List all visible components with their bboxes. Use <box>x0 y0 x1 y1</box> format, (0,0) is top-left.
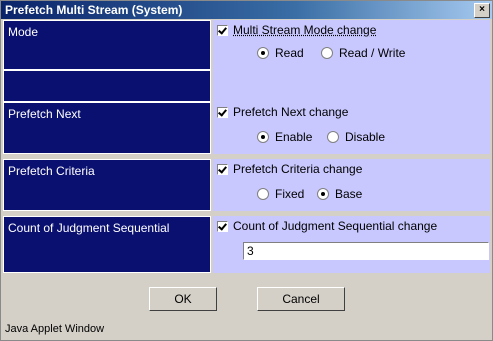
prefetch-next-row: Prefetch Next Prefetch Next change Enabl… <box>3 102 490 154</box>
prefetch-criteria-checkbox[interactable] <box>217 164 228 175</box>
base-radio-label[interactable]: Base <box>335 187 362 201</box>
read-radio[interactable] <box>257 47 269 59</box>
window-title: Prefetch Multi Stream (System) <box>5 3 183 17</box>
enable-radio-label[interactable]: Enable <box>275 130 312 144</box>
count-judgment-label: Count of Judgment Sequential <box>8 221 170 235</box>
prefetch-criteria-label-cell: Prefetch Criteria <box>3 159 211 211</box>
row-spacer <box>3 70 490 102</box>
disable-radio[interactable] <box>327 131 339 143</box>
base-radio[interactable] <box>317 188 329 200</box>
fixed-radio[interactable] <box>257 188 269 200</box>
mode-control-cell-extension <box>213 70 490 102</box>
prefetch-next-control-cell: Prefetch Next change Enable Disable <box>213 102 490 154</box>
title-bar[interactable]: Prefetch Multi Stream (System) × <box>1 1 492 19</box>
enable-radio[interactable] <box>257 131 269 143</box>
prefetch-criteria-control-cell: Prefetch Criteria change Fixed Base <box>213 159 490 211</box>
read-radio-label[interactable]: Read <box>275 46 304 60</box>
count-judgment-label-cell: Count of Judgment Sequential <box>3 216 211 273</box>
mode-label-cell-extension <box>3 70 211 102</box>
ok-button[interactable]: OK <box>149 287 217 311</box>
prefetch-next-checkbox-label[interactable]: Prefetch Next change <box>233 105 348 119</box>
mode-label: Mode <box>8 25 39 39</box>
disable-radio-label[interactable]: Disable <box>345 130 385 144</box>
mode-row: Mode Multi Stream Mode change Read Read … <box>3 20 490 70</box>
count-judgment-row: Count of Judgment Sequential Count of Ju… <box>3 216 490 273</box>
multi-stream-mode-checkbox[interactable] <box>217 25 228 36</box>
read-write-radio[interactable] <box>321 47 333 59</box>
prefetch-next-checkbox[interactable] <box>217 107 228 118</box>
prefetch-criteria-label: Prefetch Criteria <box>8 164 95 178</box>
mode-control-cell: Multi Stream Mode change Read Read / Wri… <box>213 20 490 70</box>
fixed-radio-label[interactable]: Fixed <box>275 187 304 201</box>
status-text: Java Applet Window <box>5 323 105 335</box>
prefetch-criteria-checkbox-label[interactable]: Prefetch Criteria change <box>233 162 362 176</box>
close-button[interactable]: × <box>474 3 490 18</box>
prefetch-criteria-row: Prefetch Criteria Prefetch Criteria chan… <box>3 159 490 211</box>
count-judgment-checkbox[interactable] <box>217 221 228 232</box>
multi-stream-mode-checkbox-label[interactable]: Multi Stream Mode change <box>233 23 376 37</box>
count-judgment-control-cell: Count of Judgment Sequential change 3 <box>213 216 490 273</box>
cancel-button[interactable]: Cancel <box>257 287 345 311</box>
prefetch-next-label-cell: Prefetch Next <box>3 102 211 154</box>
count-judgment-input[interactable]: 3 <box>243 242 489 260</box>
mode-label-cell: Mode <box>3 20 211 70</box>
dialog-window: Prefetch Multi Stream (System) × Mode Mu… <box>0 0 493 341</box>
read-write-radio-label[interactable]: Read / Write <box>339 46 405 60</box>
prefetch-next-label: Prefetch Next <box>8 107 81 121</box>
count-judgment-checkbox-label[interactable]: Count of Judgment Sequential change <box>233 219 437 233</box>
